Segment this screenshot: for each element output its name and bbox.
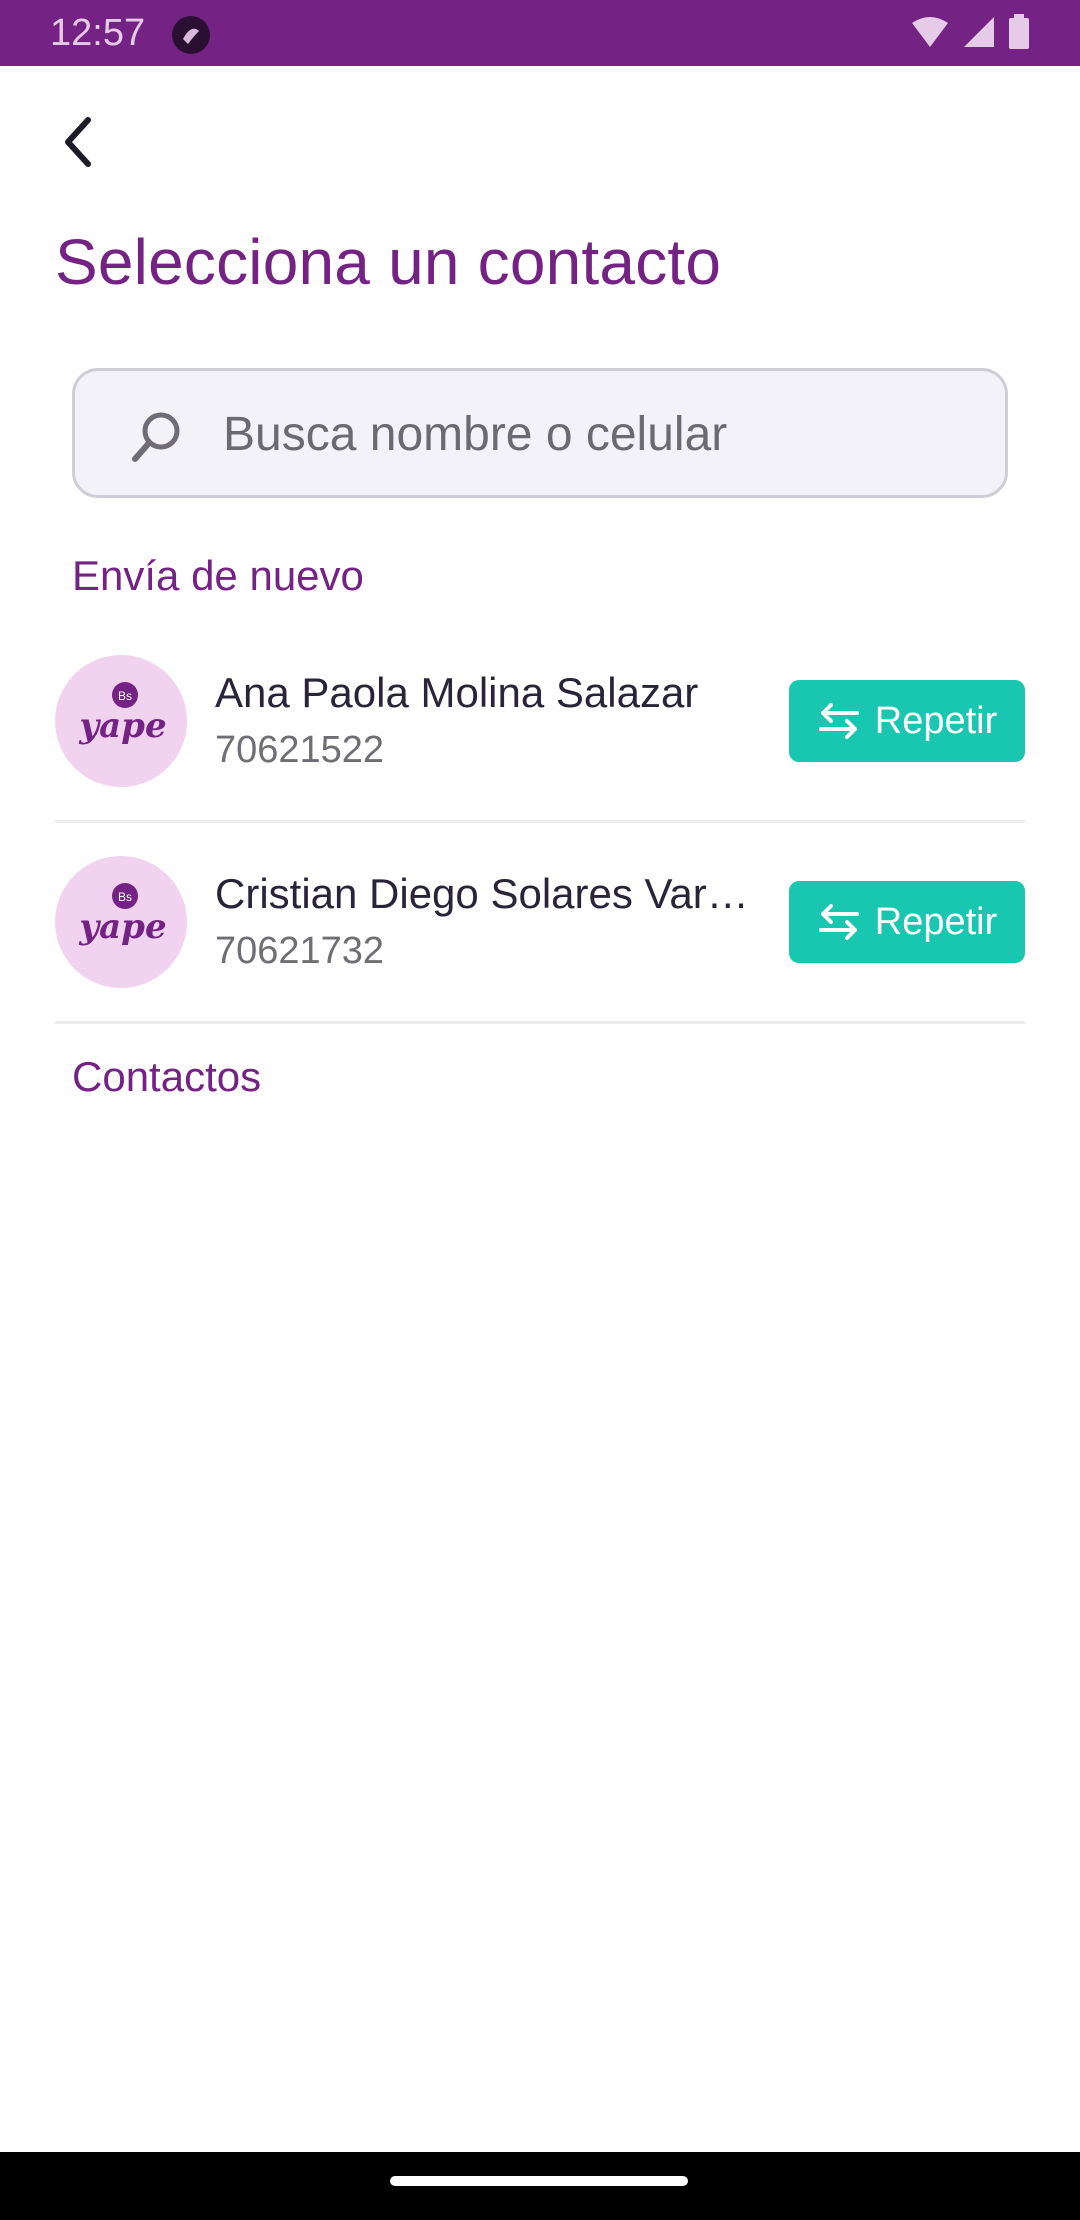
search-input[interactable] [223, 399, 963, 469]
swap-arrows-icon [818, 904, 859, 940]
page-title: Selecciona un contacto [55, 226, 722, 298]
status-bar: 12:57 [0, 0, 1080, 66]
status-indicators [910, 14, 1030, 50]
signal-icon [964, 17, 994, 47]
contact-name: Ana Paola Molina Salazar [215, 669, 699, 716]
recent-section-label: Envía de nuevo [72, 552, 364, 599]
avatar: Bs yape [55, 856, 187, 988]
svg-text:Bs: Bs [118, 890, 132, 904]
divider [55, 820, 1025, 823]
wifi-icon [912, 17, 948, 47]
contact-row[interactable]: Bs yape Ana Paola Molina Salazar 7062152… [55, 655, 1025, 855]
back-button[interactable] [50, 112, 106, 172]
svg-text:Bs: Bs [118, 689, 132, 703]
app-notification-icon [172, 16, 210, 54]
home-indicator[interactable] [390, 2176, 688, 2186]
repeat-button-label: Repetir [874, 900, 998, 943]
contact-phone: 70621522 [215, 729, 385, 771]
contact-name: Cristian Diego Solares Var… [215, 870, 749, 917]
repeat-button[interactable]: Repetir [789, 680, 1025, 762]
avatar: Bs yape [55, 655, 187, 787]
repeat-button[interactable]: Repetir [789, 881, 1025, 963]
yape-logo-icon: Bs yape [78, 883, 167, 947]
svg-text:yape: yape [78, 907, 166, 947]
divider [55, 1021, 1025, 1024]
svg-text:yape: yape [78, 706, 166, 746]
system-nav-bar [0, 2152, 1080, 2220]
status-time: 12:57 [50, 12, 146, 54]
battery-icon [1009, 14, 1029, 49]
yape-logo-icon: Bs yape [78, 682, 167, 746]
search-icon [132, 412, 180, 462]
swap-arrows-icon [818, 703, 859, 739]
search-box[interactable] [72, 368, 1008, 498]
contact-phone: 70621732 [215, 930, 385, 972]
contact-row[interactable]: Bs yape Cristian Diego Solares Var… 7062… [55, 856, 1025, 1056]
chevron-left-icon [65, 117, 91, 167]
contacts-section-label: Contactos [72, 1053, 262, 1100]
repeat-button-label: Repetir [874, 699, 998, 742]
